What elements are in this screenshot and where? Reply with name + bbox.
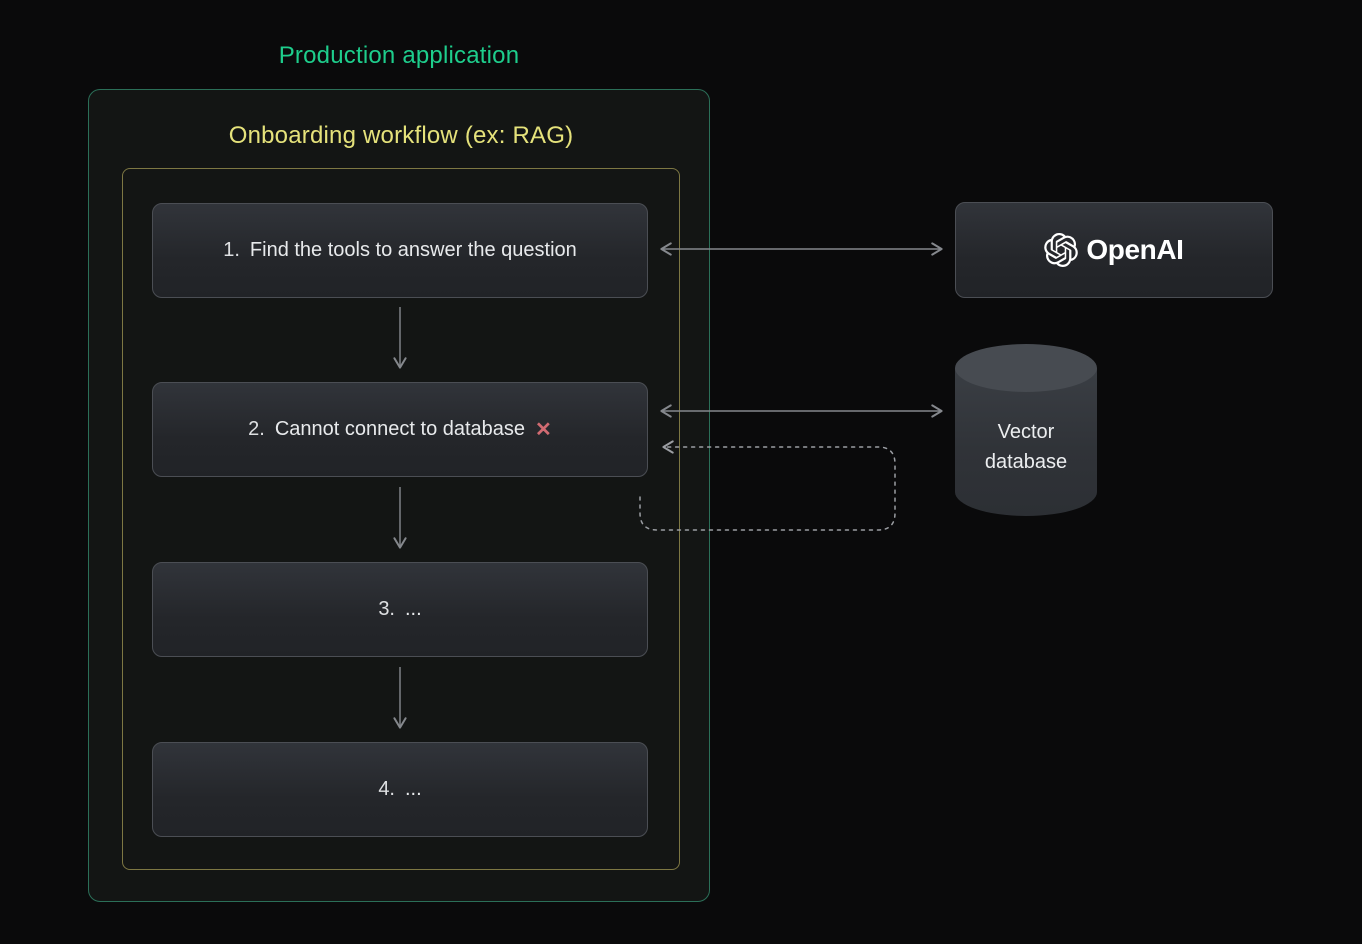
- error-cross-icon: ✕: [535, 417, 552, 442]
- step-3-number: 3.: [378, 598, 395, 621]
- step-1-number: 1.: [223, 239, 240, 262]
- onboarding-workflow-title: Onboarding workflow (ex: RAG): [122, 122, 680, 150]
- openai-service-card: OpenAI: [955, 202, 1273, 298]
- vector-database-cylinder: Vector database: [955, 344, 1097, 516]
- step-4-label: ...: [405, 778, 422, 801]
- vector-db-label-line2: database: [985, 447, 1067, 477]
- openai-logo-icon: [1044, 233, 1078, 267]
- production-application-title: Production application: [88, 42, 710, 70]
- openai-wordmark: OpenAI: [1086, 234, 1183, 266]
- step-4-box: 4. ...: [152, 742, 648, 837]
- vector-db-label-line1: Vector: [998, 417, 1055, 447]
- diagram-canvas: Production application Onboarding workfl…: [0, 0, 1362, 944]
- step-2-number: 2.: [248, 418, 265, 441]
- step-3-label: ...: [405, 598, 422, 621]
- step-1-label: Find the tools to answer the question: [250, 239, 577, 262]
- step-2-box: 2. Cannot connect to database ✕: [152, 382, 648, 477]
- step-2-label: Cannot connect to database: [275, 418, 525, 441]
- step-1-box: 1. Find the tools to answer the question: [152, 203, 648, 298]
- step-4-number: 4.: [378, 778, 395, 801]
- step-3-box: 3. ...: [152, 562, 648, 657]
- cylinder-top-ellipse: [955, 344, 1097, 392]
